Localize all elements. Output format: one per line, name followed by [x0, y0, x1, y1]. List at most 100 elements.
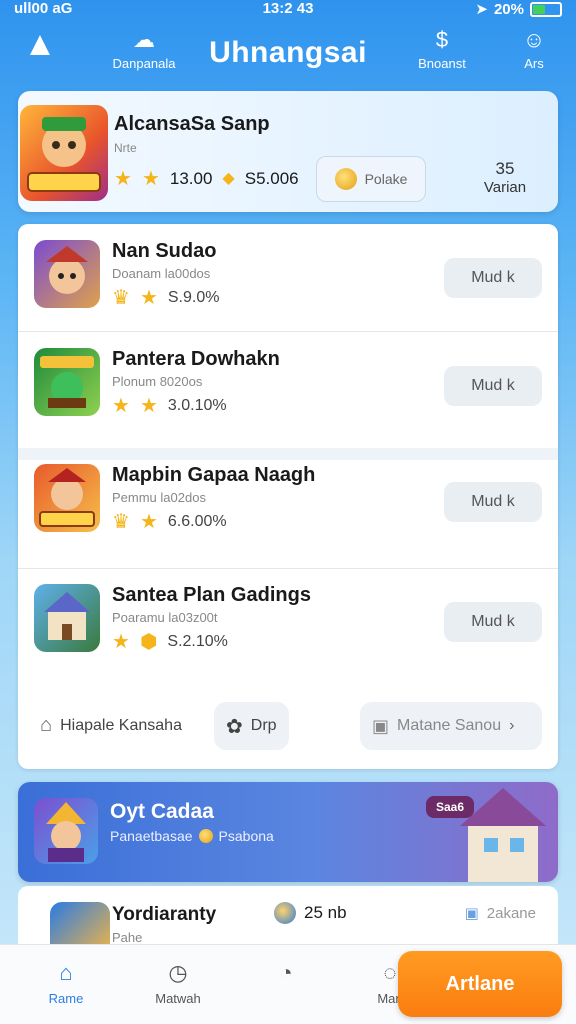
game-stat: S.9.0% [167, 289, 220, 306]
featured-stat-2: S5.006 [244, 169, 299, 188]
game-list: Nan Sudao Doanam la00dos ♛ ★ S.9.0% Mud … [18, 224, 558, 769]
list-footer: ⌂ Hiapale Kansaha ✿ Drp ▣ Matane Sanou › [18, 702, 558, 758]
header-right2-button[interactable]: ☺ Ars [494, 24, 574, 71]
game-action-button[interactable]: Mud k [444, 602, 542, 642]
currency-icon: $ [435, 27, 449, 52]
drop-icon: ◆ [222, 170, 235, 187]
game-thumbnail [34, 348, 100, 416]
promo-title: Oyt Cadaa [110, 800, 214, 823]
star-icon: ★ [114, 168, 132, 190]
crown-icon: ♛ [112, 287, 130, 309]
game-name: Mapbin Gapaa Naagh [112, 464, 316, 486]
promo-sub-left: Panaetbasae [110, 828, 193, 844]
star-icon: ★ [112, 631, 130, 653]
badge-icon: ⬢ [139, 631, 158, 653]
star-icon: ★ [141, 168, 160, 190]
game-action-button[interactable]: Mud k [444, 258, 542, 298]
game-name: Pantera Dowhakn [112, 348, 280, 370]
more-button-label: Matane Sanou [397, 717, 502, 734]
featured-action-button[interactable]: Polake [316, 156, 426, 202]
image-icon: ▣ [372, 715, 390, 736]
game-sub: Doanam la00dos [112, 266, 211, 281]
featured-count-number: 35 [495, 159, 515, 178]
header-right2-label: Ars [524, 56, 544, 71]
drop-button-label: Drp [250, 717, 277, 734]
chevron-right-icon: › [509, 717, 515, 734]
hat-icon: ⌂ [40, 714, 53, 736]
game-stats: ♛ ★ S.9.0% [112, 288, 219, 308]
page-title: Uhnangsai [209, 36, 367, 69]
game-mid-stat: 25 nb [274, 902, 347, 924]
promo-sub-right: Psabona [218, 828, 274, 844]
home-icon: ⌂ [59, 960, 73, 985]
star-icon: ★ [139, 395, 158, 417]
game-stats: ★ ⬢ S.2.10% [112, 632, 228, 652]
promo-thumbnail [34, 798, 98, 864]
game-name: Yordiaranty [112, 904, 217, 925]
tab-watch[interactable]: ◷ Matwah [128, 955, 228, 1006]
game-sub: Plonum 8020os [112, 374, 203, 389]
featured-button-label: Polake [364, 171, 408, 187]
star-icon: ★ [139, 287, 158, 309]
more-button[interactable]: ▣ Matane Sanou › [360, 702, 542, 750]
game-action-button[interactable]: Mud k [444, 482, 542, 522]
tab-home-label: Rame [48, 991, 84, 1006]
game-right-value: 2akane [486, 904, 536, 922]
featured-game-name: AlcansaSa Sanp [114, 113, 270, 135]
game-mid-value: 25 nb [304, 903, 347, 922]
filter-chip-label: Hiapale Kansaha [60, 716, 182, 734]
game-thumbnail [34, 584, 100, 652]
bottom-tab-bar: ⌂ Rame ◷ Matwah ◔ ◌ Man Artlane [0, 944, 576, 1024]
tab-notifications[interactable]: ◔ [236, 955, 336, 991]
featured-count: 35 Varian [470, 159, 540, 196]
list-item[interactable]: Pantera Dowhakn Plonum 8020os ★ ★ 3.0.10… [18, 332, 558, 442]
bell-icon: ◔ [279, 960, 293, 985]
game-stat: 3.0.10% [167, 397, 227, 414]
game-action-button[interactable]: Mud k [444, 366, 542, 406]
crown-icon: ♛ [112, 511, 130, 533]
game-stats: ♛ ★ 6.6.00% [112, 512, 227, 532]
tab-watch-label: Matwah [155, 991, 201, 1006]
game-sub: Pahe [112, 930, 143, 945]
battery-icon [530, 1, 562, 17]
featured-game-sub: Nrte [114, 141, 137, 155]
list-item[interactable]: Santea Plan Gadings Poaramu la03z00t ★ ⬢… [18, 568, 558, 678]
star-icon: ★ [112, 395, 130, 417]
featured-card[interactable]: AlcansaSa Sanp Nrte ★ ★ 13.00 ◆ S5.006 P… [18, 91, 558, 212]
status-bar: ull00 aG 13:2 43 ➤ 20% [0, 0, 576, 22]
game-stat: S.2.10% [167, 633, 228, 650]
clock-icon: ◷ [168, 960, 188, 985]
tab-home[interactable]: ⌂ Rame [16, 955, 116, 1006]
coin-icon [198, 829, 213, 843]
character-icon: ✿ [226, 715, 243, 738]
featured-stat-1: 13.00 [169, 169, 213, 188]
header-right1-label: Bnoanst [418, 56, 466, 71]
promo-banner[interactable]: Oyt Cadaa Panaetbasae Psabona Saa6 [18, 782, 558, 882]
star-icon: ★ [139, 511, 158, 533]
game-sub: Poaramu la03z00t [112, 610, 218, 625]
game-thumbnail [34, 240, 100, 308]
featured-stats: ★ ★ 13.00 ◆ S5.006 [114, 169, 299, 189]
filter-chip[interactable]: ⌂ Hiapale Kansaha [40, 714, 182, 737]
game-right-stat: ▣ 2akane [464, 904, 536, 923]
game-stats: ★ ★ 3.0.10% [112, 396, 227, 416]
coin-icon [334, 168, 357, 190]
game-sub: Pemmu la02dos [112, 490, 206, 505]
list-item[interactable]: Nan Sudao Doanam la00dos ♛ ★ S.9.0% Mud … [18, 224, 558, 334]
battery-percent: 20% [493, 0, 524, 18]
promo-subtitle: Panaetbasae Psabona [110, 828, 274, 844]
featured-count-label: Varian [483, 179, 527, 196]
drop-button[interactable]: ✿ Drp [214, 702, 289, 750]
location-icon: ➤ [475, 1, 488, 18]
featured-game-thumbnail [20, 105, 108, 201]
list-item[interactable]: Mapbin Gapaa Naagh Pemmu la02dos ♛ ★ 6.6… [18, 448, 558, 558]
game-name: Santea Plan Gadings [112, 584, 311, 606]
primary-cta-button[interactable]: Artlane [398, 951, 562, 1017]
header-right1-button[interactable]: $ Bnoanst [402, 24, 482, 71]
game-name: Nan Sudao [112, 240, 217, 262]
game-stat: 6.6.00% [167, 513, 227, 530]
house-illustration [460, 788, 546, 882]
orb-icon [274, 902, 296, 924]
status-right: ➤ 20% [475, 0, 562, 18]
bag-icon: ▣ [464, 905, 479, 922]
